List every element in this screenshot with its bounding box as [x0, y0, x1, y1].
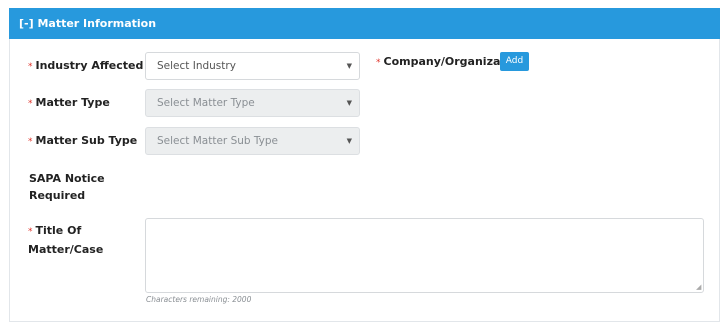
matter-sub-type-select[interactable]: Select Matter Sub Type ▼	[145, 127, 360, 155]
industry-select[interactable]: Select Industry ▼	[145, 52, 360, 80]
matter-type-select-value: Select Matter Type	[157, 97, 255, 109]
title-of-matter-label: * Title Of Matter/Case	[28, 222, 103, 258]
matter-type-select[interactable]: Select Matter Type ▼	[145, 89, 360, 117]
chevron-down-icon: ▼	[346, 99, 352, 107]
matter-sub-type-label: * Matter Sub Type	[28, 132, 137, 151]
required-marker: *	[28, 137, 33, 147]
sapa-notice-label: SAPA Notice Required	[29, 170, 105, 204]
characters-remaining: Characters remaining: 2000	[146, 295, 252, 304]
matter-sub-type-label-text: Matter Sub Type	[35, 134, 138, 147]
industry-label-text: Industry Affected	[35, 59, 144, 72]
matter-type-label: * Matter Type	[28, 94, 110, 113]
industry-select-value: Select Industry	[157, 60, 236, 72]
title-label-line2: Matter/Case	[28, 243, 104, 256]
sapa-label-line2: Required	[29, 189, 86, 202]
chevron-down-icon: ▼	[346, 137, 352, 145]
required-marker: *	[28, 227, 33, 237]
required-marker: *	[28, 62, 33, 72]
required-marker: *	[376, 58, 381, 68]
panel-title: [-] Matter Information	[19, 17, 157, 30]
matter-type-label-text: Matter Type	[35, 96, 110, 109]
required-marker: *	[28, 99, 33, 109]
panel-header[interactable]: [-] Matter Information	[9, 8, 720, 39]
sapa-label-line1: SAPA Notice	[29, 172, 105, 185]
add-company-button[interactable]: Add	[500, 52, 529, 71]
resize-grip-icon[interactable]: ◢	[696, 283, 701, 291]
chevron-down-icon: ▼	[346, 62, 352, 70]
title-of-matter-textarea[interactable]	[145, 218, 704, 293]
matter-sub-type-select-value: Select Matter Sub Type	[157, 135, 279, 147]
industry-label: * Industry Affected	[28, 57, 143, 76]
title-label-line1: Title Of	[35, 224, 82, 237]
